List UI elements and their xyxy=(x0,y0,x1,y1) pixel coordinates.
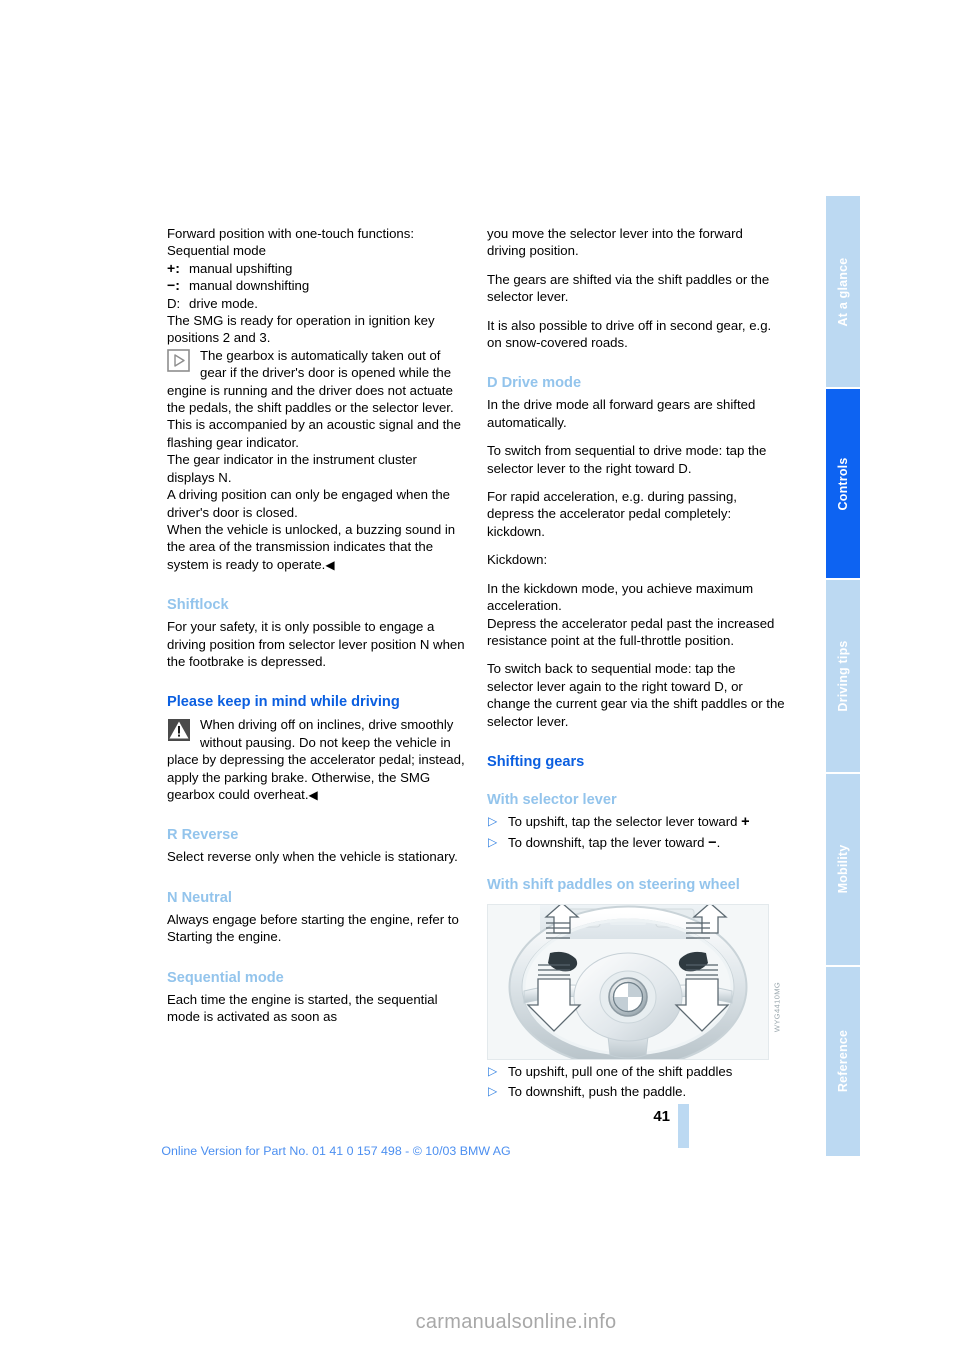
nav-tab-reference[interactable]: Reference xyxy=(826,966,860,1157)
symbol-d: D: xyxy=(167,295,181,311)
heading-drive-mode: D Drive mode xyxy=(487,375,582,392)
nav-tab-at-a-glance[interactable]: At a glance xyxy=(826,196,860,390)
warning-block-inclines: When driving off on inclines, drive smoo… xyxy=(167,716,465,803)
bullet-downshift-selector: ▷ To downshift, tap the lever toward −. xyxy=(487,834,785,852)
bullet-triangle-icon: ▷ xyxy=(488,835,498,850)
figure-code-text: WYG4410MG xyxy=(772,981,782,1032)
nav-tab-label: Mobility xyxy=(836,844,850,894)
nav-tab-label: Driving tips xyxy=(836,640,850,712)
heading-shifting-gears: Shifting gears xyxy=(487,753,585,770)
steering-wheel-figure: WYG4410MG xyxy=(487,903,785,1060)
bullet-triangle-icon: ▷ xyxy=(488,1084,498,1099)
symbol-minus: − xyxy=(708,835,717,852)
watermark-text: carmanualsonline.info xyxy=(415,1311,617,1333)
nav-tab-label: At a glance xyxy=(836,257,850,327)
definition-text: manual upshifting xyxy=(189,260,293,276)
note-block-gearbox: The gearbox is automatically taken out o… xyxy=(167,347,465,417)
second-gear-paragraph: It is also possible to drive off in seco… xyxy=(487,317,772,351)
bullet-downshift-paddle: ▷ To downshift, push the paddle. xyxy=(487,1083,785,1100)
neutral-body: Always engage before starting the engine… xyxy=(167,911,459,945)
nav-tab-mobility[interactable]: Mobility xyxy=(826,773,860,967)
bullet-text-main: To downshift, tap the lever toward xyxy=(508,835,709,851)
heading-with-shift-paddles: With shift paddles on steering wheel xyxy=(487,876,740,893)
definition-text: manual downshifting xyxy=(189,278,310,294)
figure-reference-code: WYG4410MG xyxy=(771,962,783,1052)
page-number: 41 xyxy=(653,1108,670,1125)
shiftlock-body: For your safety, it is only possible to … xyxy=(167,619,465,669)
nav-tab-driving-tips[interactable]: Driving tips xyxy=(826,580,860,774)
bullet-text: To downshift, tap the lever toward −. xyxy=(508,834,785,852)
left-text-column: Forward position with one-touch function… xyxy=(167,225,465,1025)
bullet-upshift-selector: ▷ To upshift, tap the selector lever tow… xyxy=(487,813,785,831)
intro-line-2: Sequential mode xyxy=(167,243,266,259)
manual-page: At a glance Controls Driving tips Mobili… xyxy=(0,0,960,1358)
intro-line-1: Forward position with one-touch function… xyxy=(167,226,415,241)
right-text-column: you move the selector lever into the for… xyxy=(487,225,785,1101)
heading-keep-in-mind: Please keep in mind while driving xyxy=(167,694,400,711)
note-para-4: A driving position can only be engaged w… xyxy=(167,487,451,520)
page-number-bar xyxy=(678,1104,689,1148)
definition-text: drive mode. xyxy=(189,295,258,311)
definition-row-downshift: −: manual downshifting xyxy=(167,277,465,294)
note-triangle-icon xyxy=(167,349,192,374)
bullet-upshift-paddle: ▷ To upshift, pull one of the shift padd… xyxy=(487,1063,785,1080)
note-para-5: When the vehicle is unlocked, a buzzing … xyxy=(167,521,465,573)
kickdown-para-1: In the kickdown mode, you achieve maximu… xyxy=(487,580,754,614)
end-marker: ◀ xyxy=(308,787,318,802)
end-marker: ◀ xyxy=(325,557,335,572)
warning-triangle-icon xyxy=(167,718,192,743)
reverse-body: Select reverse only when the vehicle is … xyxy=(167,849,458,865)
nav-tab-label: Reference xyxy=(836,1030,850,1093)
footer-online-version-note: Online Version for Part No. 01 41 0 157 … xyxy=(161,1144,511,1158)
bullet-text: To downshift, push the paddle. xyxy=(508,1084,687,1100)
heading-sequential-mode: Sequential mode xyxy=(167,969,284,986)
drive-mode-para-1: In the drive mode all forward gears are … xyxy=(487,397,756,430)
symbol-plus: +: xyxy=(167,259,180,276)
heading-shiftlock: Shiftlock xyxy=(167,597,229,614)
nav-tab-controls[interactable]: Controls xyxy=(826,389,860,581)
bullet-text-tail: . xyxy=(716,835,721,851)
gears-shifted-paragraph: The gears are shifted via the shift padd… xyxy=(487,271,770,305)
bullet-triangle-icon: ▷ xyxy=(488,813,498,828)
section-navigation-tabs: At a glance Controls Driving tips Mobili… xyxy=(826,196,860,1157)
continuation-paragraph: you move the selector lever into the for… xyxy=(487,226,743,259)
smg-ready-paragraph: The SMG is ready for operation in igniti… xyxy=(167,313,435,346)
heading-with-selector-lever: With selector lever xyxy=(487,791,617,808)
note-para-5-text: When the vehicle is unlocked, a buzzing … xyxy=(167,521,456,572)
switch-back-paragraph: To switch back to sequential mode: tap t… xyxy=(487,661,785,729)
bullet-text: To upshift, pull one of the shift paddle… xyxy=(508,1063,733,1079)
bullet-text: To upshift, tap the selector lever towar… xyxy=(508,813,785,831)
steering-wheel-shift-paddles-illustration xyxy=(487,903,769,1060)
site-watermark: carmanualsonline.info xyxy=(0,1311,960,1334)
note-para-3: The gear indicator in the instrument clu… xyxy=(167,452,417,485)
sequential-body: Each time the engine is started, the seq… xyxy=(167,991,438,1024)
drive-mode-para-3: For rapid acceleration, e.g. during pass… xyxy=(487,489,737,539)
kickdown-para-2: Depress the accelerator pedal past the i… xyxy=(487,615,775,648)
heading-neutral: N Neutral xyxy=(167,889,232,906)
bullet-text-main: To upshift, tap the selector lever towar… xyxy=(508,813,742,829)
symbol-plus: + xyxy=(741,813,750,830)
nav-tab-label: Controls xyxy=(836,457,850,511)
bullet-triangle-icon: ▷ xyxy=(488,1063,498,1078)
definition-row-upshift: +: manual upshifting xyxy=(167,260,465,277)
heading-reverse: R Reverse xyxy=(167,827,239,844)
kickdown-label: Kickdown: xyxy=(487,552,548,568)
drive-mode-para-2: To switch from sequential to drive mode:… xyxy=(487,443,767,476)
note-text: The gearbox is automatically taken out o… xyxy=(167,347,454,416)
note-para-2: This is accompanied by an acoustic signa… xyxy=(167,417,461,450)
symbol-minus: −: xyxy=(167,277,180,294)
definition-row-drive: D: drive mode. xyxy=(167,295,465,312)
